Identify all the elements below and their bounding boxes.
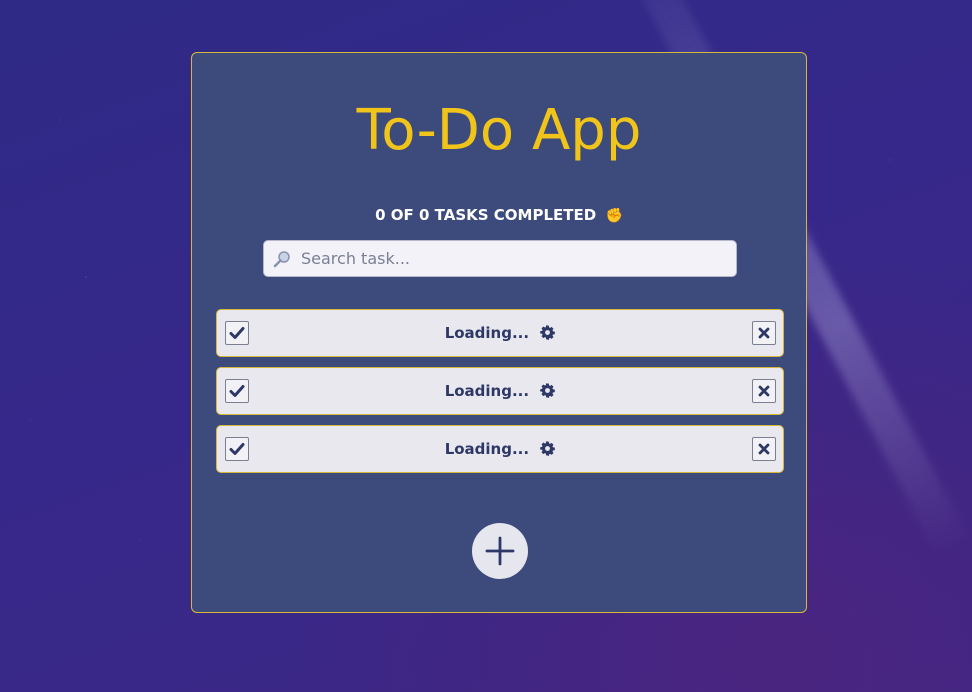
task-label: Loading... (217, 324, 783, 342)
app-title: To-Do App (356, 98, 642, 163)
task-list: Loading... Loading... Loading... (216, 309, 784, 483)
search-input[interactable] (299, 248, 723, 269)
complete-task-button[interactable] (225, 321, 249, 345)
task-text: Loading... (444, 440, 530, 458)
magnifier-icon (273, 250, 293, 268)
plus-icon (485, 536, 515, 566)
gear-icon (540, 325, 556, 340)
close-icon (758, 443, 770, 455)
search-bar (263, 240, 737, 277)
task-item: Loading... (216, 425, 784, 473)
todo-card: To-Do App 0 OF 0 TASKS COMPLETED ✊ Loadi… (191, 52, 807, 613)
close-icon (758, 385, 770, 397)
close-icon (758, 327, 770, 339)
check-icon (229, 385, 245, 397)
gear-icon (540, 383, 556, 398)
completion-summary: 0 OF 0 TASKS COMPLETED ✊ (192, 205, 806, 226)
check-icon (229, 327, 245, 339)
task-label: Loading... (217, 382, 783, 400)
completion-summary-text: 0 OF 0 TASKS COMPLETED (375, 206, 597, 224)
task-text: Loading... (444, 382, 530, 400)
delete-task-button[interactable] (752, 379, 776, 403)
task-item: Loading... (216, 367, 784, 415)
delete-task-button[interactable] (752, 321, 776, 345)
delete-task-button[interactable] (752, 437, 776, 461)
task-text: Loading... (444, 324, 530, 342)
add-task-button[interactable] (472, 523, 528, 579)
fist-emoji: ✊ (605, 208, 623, 224)
task-label: Loading... (217, 440, 783, 458)
gear-icon (540, 441, 556, 456)
check-icon (229, 443, 245, 455)
complete-task-button[interactable] (225, 437, 249, 461)
complete-task-button[interactable] (225, 379, 249, 403)
task-item: Loading... (216, 309, 784, 357)
